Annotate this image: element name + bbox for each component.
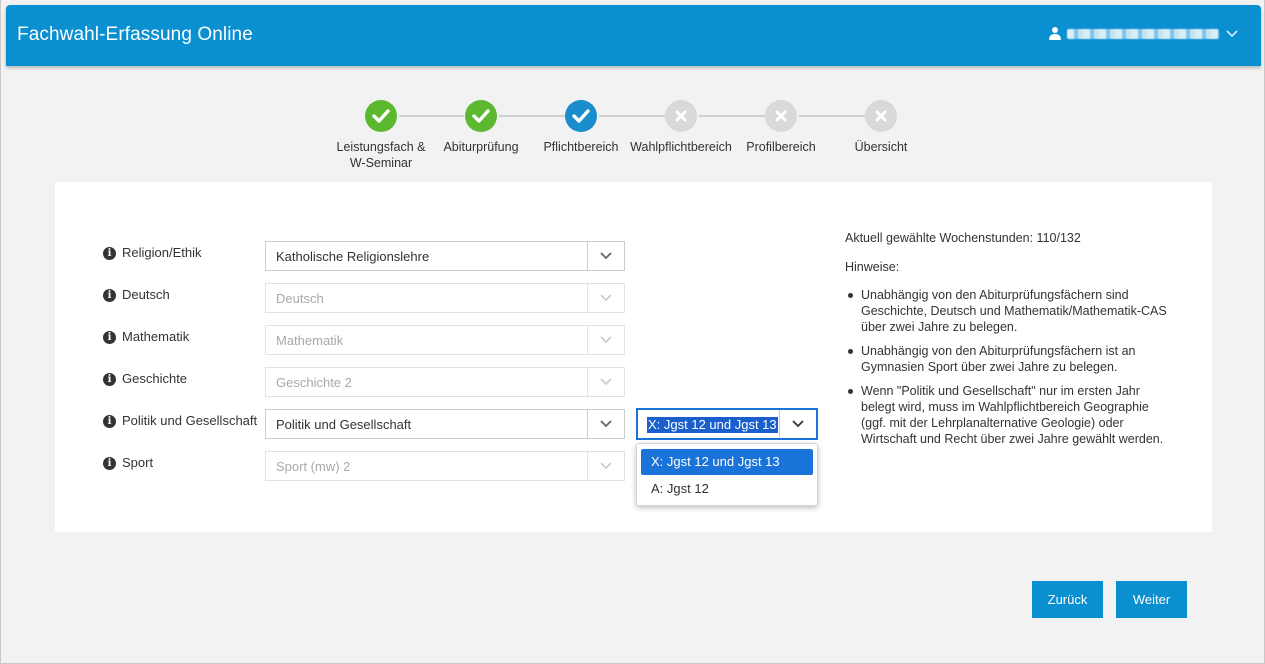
info-panel: Aktuell gewählte Wochenstunden: 110/132 …	[845, 230, 1175, 455]
subject-label: Deutsch	[122, 287, 170, 302]
subject-select: Mathematik	[265, 325, 625, 355]
info-icon[interactable]: i	[103, 373, 116, 386]
info-icon[interactable]: i	[103, 247, 116, 260]
info-icon[interactable]: i	[103, 415, 116, 428]
subject-label: Politik und Gesellschaft	[122, 413, 258, 428]
subject-select: Sport (mw) 2	[265, 451, 625, 481]
chevron-down-icon	[587, 410, 624, 438]
hint-item: Unabhängig von den Abiturprüfungsfächern…	[845, 287, 1175, 335]
step-label: Leistungsfach & W-Seminar	[336, 140, 426, 170]
x-icon	[865, 100, 897, 132]
chevron-down-icon	[1225, 27, 1239, 41]
step-label: Abiturprüfung	[443, 140, 519, 154]
subject-label: Mathematik	[122, 329, 190, 344]
step-2: Abiturprüfung	[431, 100, 531, 155]
user-icon	[1049, 27, 1061, 41]
check-icon	[565, 100, 597, 132]
hints-list: Unabhängig von den Abiturprüfungsfächern…	[845, 287, 1175, 447]
chevron-down-icon	[587, 368, 624, 396]
user-menu[interactable]	[1049, 27, 1239, 41]
subject-select[interactable]: Politik und Gesellschaft	[265, 409, 625, 439]
step-label: Profilbereich	[746, 140, 816, 154]
chevron-down-icon	[587, 242, 624, 270]
check-icon	[465, 100, 497, 132]
subject-select[interactable]: Katholische Religionslehre	[265, 241, 625, 271]
subject-select: Deutsch	[265, 283, 625, 313]
next-button[interactable]: Weiter	[1116, 581, 1187, 618]
step-label: Wahlpflichtbereich	[630, 140, 732, 154]
info-icon[interactable]: i	[103, 289, 116, 302]
subject-select-value: Mathematik	[276, 333, 344, 348]
app-title: Fachwahl-Erfassung Online	[17, 24, 253, 45]
step-5: Profilbereich	[731, 100, 831, 155]
x-icon	[665, 100, 697, 132]
chevron-down-icon	[779, 410, 816, 438]
hint-item: Unabhängig von den Abiturprüfungsfächern…	[845, 343, 1175, 375]
app-window: Fachwahl-Erfassung Online Leistungsfach …	[0, 0, 1265, 664]
chevron-down-icon	[587, 284, 624, 312]
weekly-hours: Aktuell gewählte Wochenstunden: 110/132	[845, 231, 1081, 245]
info-icon[interactable]: i	[103, 331, 116, 344]
hint-item: Wenn "Politik und Gesellschaft" nur im e…	[845, 383, 1175, 447]
info-icon[interactable]: i	[103, 457, 116, 470]
subject-select-value: Sport (mw) 2	[276, 459, 351, 474]
step-label: Übersicht	[854, 140, 908, 154]
check-icon	[365, 100, 397, 132]
dropdown-option[interactable]: X: Jgst 12 und Jgst 13	[641, 449, 813, 475]
subject-select-value: Deutsch	[276, 291, 324, 306]
x-icon	[765, 100, 797, 132]
subject-select: Geschichte 2	[265, 367, 625, 397]
step-4: Wahlpflichtbereich	[630, 100, 732, 155]
hints-title: Hinweise:	[845, 260, 900, 274]
step-6: Übersicht	[831, 100, 931, 155]
subject-label: Sport	[122, 455, 154, 470]
dropdown-option[interactable]: A: Jgst 12	[641, 476, 813, 502]
step-label: Pflichtbereich	[543, 140, 619, 154]
duration-select-value: X: Jgst 12 und Jgst 13	[647, 417, 778, 433]
chevron-down-icon	[587, 326, 624, 354]
back-button[interactable]: Zurück	[1032, 581, 1103, 618]
subject-select-value: Politik und Gesellschaft	[276, 417, 412, 432]
step-3: Pflichtbereich	[531, 100, 631, 155]
top-navbar: Fachwahl-Erfassung Online	[6, 5, 1261, 66]
user-name-redacted	[1067, 29, 1219, 39]
step-1: Leistungsfach & W-Seminar	[331, 100, 431, 171]
progress-stepper: Leistungsfach & W-Seminar Abiturprüfung Pf…	[331, 100, 931, 180]
subject-label: Religion/Ethik	[122, 245, 202, 260]
subject-select-value: Geschichte 2	[276, 375, 352, 390]
subject-label: Geschichte	[122, 371, 188, 386]
chevron-down-icon	[587, 452, 624, 480]
duration-select[interactable]: X: Jgst 12 und Jgst 13	[636, 408, 818, 440]
duration-dropdown: X: Jgst 12 und Jgst 13 A: Jgst 12	[636, 443, 818, 506]
subject-select-value: Katholische Religionslehre	[276, 249, 430, 264]
